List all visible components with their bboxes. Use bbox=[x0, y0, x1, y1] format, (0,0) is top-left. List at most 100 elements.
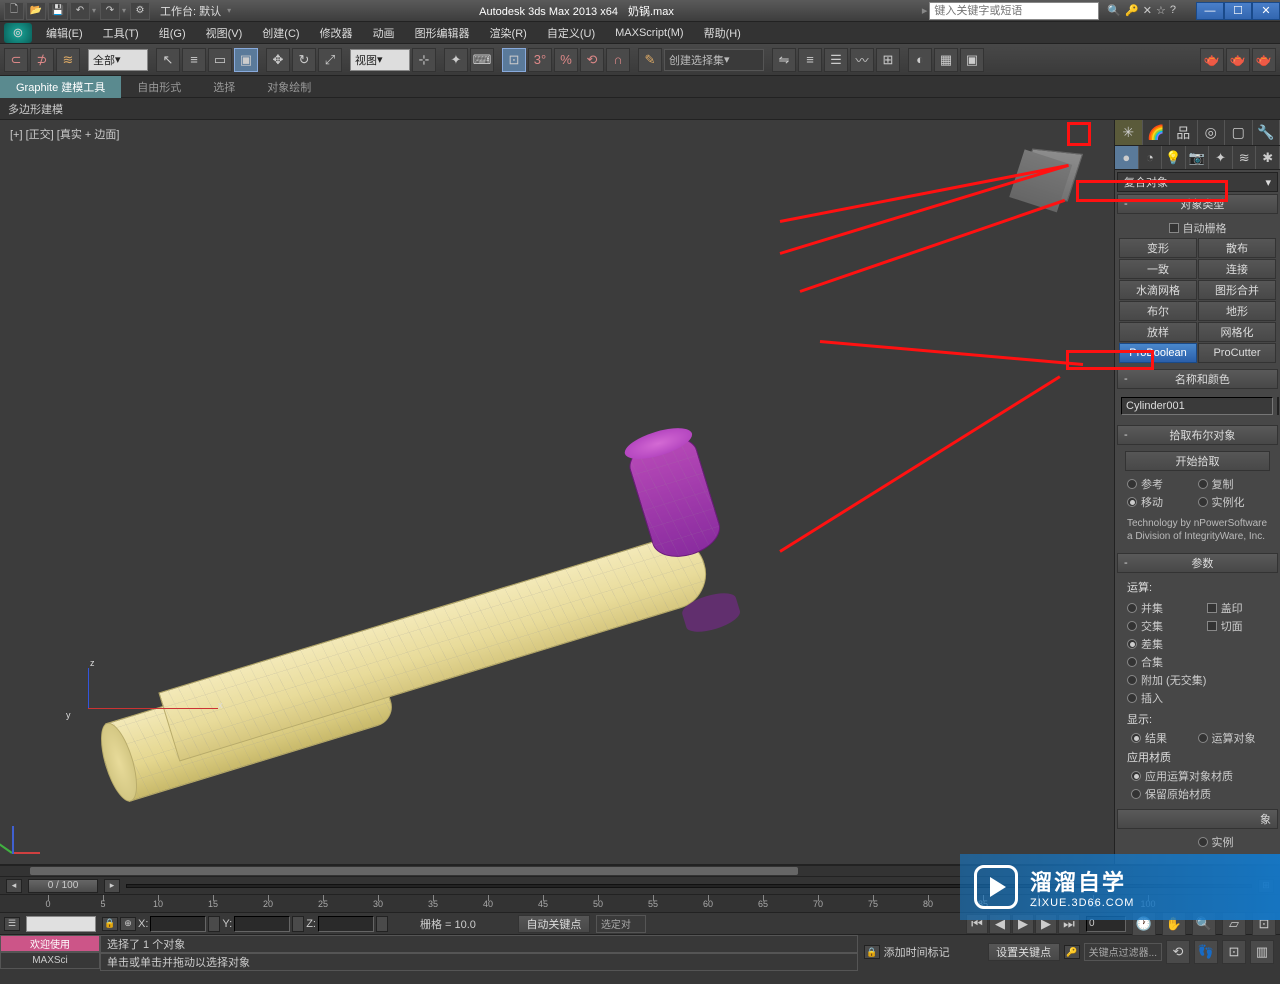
autogrid-checkbox[interactable] bbox=[1169, 223, 1179, 233]
radio-attach[interactable] bbox=[1127, 675, 1137, 685]
subcat-helpers-icon[interactable]: ✦ bbox=[1209, 146, 1233, 169]
app-menu-icon[interactable]: ⊚ bbox=[4, 23, 32, 43]
select-name-icon[interactable]: ≡ bbox=[182, 48, 206, 72]
welcome-cell[interactable]: 欢迎使用 bbox=[0, 935, 100, 952]
timeslider-prev-icon[interactable]: ◂ bbox=[6, 879, 22, 893]
bind-spacewarp-icon[interactable]: ≋ bbox=[56, 48, 80, 72]
qat-redo-icon[interactable]: ↷ bbox=[100, 2, 120, 20]
workspace-selector[interactable]: 工作台: 默认 bbox=[154, 3, 227, 19]
rollout-parameters[interactable]: -参数 bbox=[1117, 553, 1278, 573]
radio-union[interactable] bbox=[1127, 603, 1137, 613]
pivot-icon[interactable]: ⊹ bbox=[412, 48, 436, 72]
timeslider-next-icon[interactable]: ▸ bbox=[104, 879, 120, 893]
rollout-name-color[interactable]: -名称和颜色 bbox=[1117, 369, 1278, 389]
help-search-input[interactable] bbox=[929, 2, 1099, 20]
teapot3-icon[interactable]: 🫖 bbox=[1252, 48, 1276, 72]
tab-hierarchy-icon[interactable]: 品 bbox=[1170, 120, 1198, 145]
menu-help[interactable]: 帮助(H) bbox=[694, 22, 751, 44]
ribbon-tab-selection[interactable]: 选择 bbox=[197, 76, 251, 98]
selection-filter-dropdown[interactable]: 全部 ▾ bbox=[88, 49, 148, 71]
coord-z-spinner[interactable] bbox=[376, 916, 388, 932]
check-cookie[interactable] bbox=[1207, 621, 1217, 631]
ribbon-tab-objectpaint[interactable]: 对象绘制 bbox=[251, 76, 327, 98]
window-crossing-icon[interactable]: ▣ bbox=[234, 48, 258, 72]
tab-motion-icon[interactable]: ◎ bbox=[1198, 120, 1226, 145]
viewport[interactable]: [+] [正交] [真实 + 边面] x y z bbox=[0, 120, 1114, 864]
keymode-icon[interactable]: 🔑 bbox=[1064, 945, 1080, 959]
menu-maxscript[interactable]: MAXScript(M) bbox=[605, 22, 693, 44]
menu-customize[interactable]: 自定义(U) bbox=[537, 22, 605, 44]
named-selection-dropdown[interactable]: 创建选择集 ▾ bbox=[664, 49, 764, 71]
select-icon[interactable]: ↖ bbox=[156, 48, 180, 72]
menu-group[interactable]: 组(G) bbox=[149, 22, 196, 44]
type-connect[interactable]: 连接 bbox=[1198, 259, 1276, 279]
radio-subtract[interactable] bbox=[1127, 639, 1137, 649]
radio-copy[interactable] bbox=[1198, 479, 1208, 489]
rollout-object-type[interactable]: -对象类型 bbox=[1117, 194, 1278, 214]
type-procutter[interactable]: ProCutter bbox=[1198, 343, 1276, 363]
minimize-button[interactable]: — bbox=[1196, 2, 1224, 20]
teapot2-icon[interactable]: 🫖 bbox=[1226, 48, 1250, 72]
setkey-button[interactable]: 设置关键点 bbox=[988, 943, 1060, 961]
radio-move[interactable] bbox=[1127, 497, 1137, 507]
timetag-lock-icon[interactable]: 🔒 bbox=[864, 945, 880, 959]
geometry-category-dropdown[interactable]: 复合对象▾ bbox=[1117, 172, 1278, 192]
maximize-button[interactable]: ☐ bbox=[1224, 2, 1252, 20]
editnamed-icon[interactable]: ✎ bbox=[638, 48, 662, 72]
nav-walk-icon[interactable]: 👣 bbox=[1194, 940, 1218, 964]
material-editor-icon[interactable]: ◐ bbox=[908, 48, 932, 72]
type-shapemerge[interactable]: 图形合并 bbox=[1198, 280, 1276, 300]
radio-merge[interactable] bbox=[1127, 657, 1137, 667]
time-slider-handle[interactable]: 0 / 100 bbox=[28, 879, 98, 893]
object-color-swatch[interactable] bbox=[1277, 397, 1279, 415]
move-icon[interactable]: ✥ bbox=[266, 48, 290, 72]
type-mesher[interactable]: 网格化 bbox=[1198, 322, 1276, 342]
autokey-button[interactable]: 自动关键点 bbox=[518, 915, 590, 933]
rollout-subobj[interactable]: 象 bbox=[1117, 809, 1278, 829]
check-imprint[interactable] bbox=[1207, 603, 1217, 613]
script-listener-mini[interactable] bbox=[26, 916, 96, 932]
add-time-tag[interactable]: 添加时间标记 bbox=[884, 944, 950, 960]
nav-other-icon[interactable]: ▥ bbox=[1250, 940, 1274, 964]
subcat-shapes-icon[interactable]: ◔ bbox=[1139, 146, 1163, 169]
type-terrain[interactable]: 地形 bbox=[1198, 301, 1276, 321]
scale-icon[interactable]: ⤢ bbox=[318, 48, 342, 72]
qat-link-icon[interactable]: ⚙ bbox=[130, 2, 150, 20]
subscription-icon[interactable]: 🔑 bbox=[1125, 4, 1139, 17]
rendered-frame-icon[interactable]: ▣ bbox=[960, 48, 984, 72]
statusbar-icon-toggle[interactable]: ☰ bbox=[4, 917, 20, 931]
absolute-mode-icon[interactable]: ⊕ bbox=[120, 917, 136, 931]
key-mode-dropdown[interactable]: 选定对 bbox=[596, 915, 646, 933]
link-icon[interactable]: ⊂ bbox=[4, 48, 28, 72]
qat-save-icon[interactable]: 💾 bbox=[48, 2, 68, 20]
coord-z-field[interactable] bbox=[318, 916, 374, 932]
menu-animation[interactable]: 动画 bbox=[363, 22, 405, 44]
type-scatter[interactable]: 散布 bbox=[1198, 238, 1276, 258]
ref-coord-dropdown[interactable]: 视图 ▾ bbox=[350, 49, 410, 71]
radio-keep-orig-mat[interactable] bbox=[1131, 789, 1141, 799]
type-boolean[interactable]: 布尔 bbox=[1119, 301, 1197, 321]
radio-reference[interactable] bbox=[1127, 479, 1137, 489]
spinner-snap-icon[interactable]: ⟲ bbox=[580, 48, 604, 72]
select-manipulate-icon[interactable]: ✦ bbox=[444, 48, 468, 72]
align-icon[interactable]: ≡ bbox=[798, 48, 822, 72]
schematic-icon[interactable]: ⊞ bbox=[876, 48, 900, 72]
tab-create-icon[interactable]: ✳ bbox=[1115, 120, 1143, 145]
ribbon-subpanel[interactable]: 多边形建模 bbox=[0, 98, 1280, 120]
type-proboolean[interactable]: ProBoolean bbox=[1119, 343, 1197, 363]
search-go-icon[interactable]: 🔍 bbox=[1107, 4, 1121, 17]
start-picking-button[interactable]: 开始拾取 bbox=[1125, 451, 1270, 471]
menu-views[interactable]: 视图(V) bbox=[196, 22, 253, 44]
percent-snap-icon[interactable]: % bbox=[554, 48, 578, 72]
close-button[interactable]: ✕ bbox=[1252, 2, 1280, 20]
key-filters-dropdown[interactable]: 关键点过滤器... bbox=[1084, 943, 1162, 961]
tab-display-icon[interactable]: ▢ bbox=[1225, 120, 1253, 145]
viewcube[interactable] bbox=[1010, 136, 1090, 216]
coord-y-spinner[interactable] bbox=[292, 916, 304, 932]
radio-result[interactable] bbox=[1131, 733, 1141, 743]
rotate-icon[interactable]: ↻ bbox=[292, 48, 316, 72]
favorite-icon[interactable]: ☆ bbox=[1156, 4, 1166, 17]
object-name-input[interactable] bbox=[1121, 397, 1273, 415]
rollout-pick-boolean[interactable]: -拾取布尔对象 bbox=[1117, 425, 1278, 445]
ribbon-tab-graphite[interactable]: Graphite 建模工具 bbox=[0, 76, 121, 98]
